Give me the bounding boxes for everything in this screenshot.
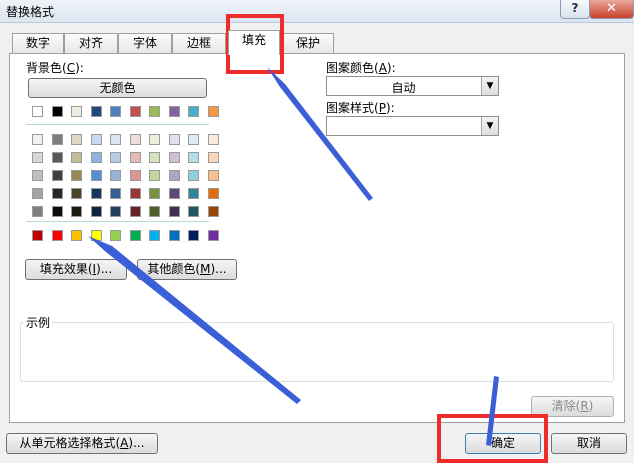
clear-button[interactable]: 清除(R)	[531, 396, 614, 417]
color-swatch-tint5-4[interactable]	[91, 206, 102, 217]
background-color-label: 背景色(C):	[26, 61, 84, 75]
title-bar: 替换格式 ? ✕	[0, 0, 634, 23]
color-swatch-tint3-6[interactable]	[130, 170, 141, 181]
color-swatch-tint4-5[interactable]	[110, 188, 121, 199]
color-swatch-tint3-7[interactable]	[149, 170, 160, 181]
tab-font[interactable]: 字体	[118, 33, 172, 54]
color-swatch-standard-5[interactable]	[110, 230, 121, 241]
color-swatch-tint3-2[interactable]	[52, 170, 63, 181]
palette-divider	[26, 124, 209, 125]
color-swatch-tint1-8[interactable]	[169, 134, 180, 145]
color-swatch-tint5-5[interactable]	[110, 206, 121, 217]
color-swatch-theme-5[interactable]	[110, 106, 121, 117]
color-swatch-theme-10[interactable]	[208, 106, 219, 117]
color-swatch-theme-4[interactable]	[91, 106, 102, 117]
pattern-color-label: 图案颜色(A):	[326, 61, 396, 75]
color-swatch-tint4-7[interactable]	[149, 188, 160, 199]
color-swatch-tint1-10[interactable]	[208, 134, 219, 145]
color-swatch-tint4-10[interactable]	[208, 188, 219, 199]
color-swatch-tint4-9[interactable]	[188, 188, 199, 199]
color-swatch-theme-1[interactable]	[32, 106, 43, 117]
color-swatch-standard-7[interactable]	[149, 230, 160, 241]
color-swatch-tint2-10[interactable]	[208, 152, 219, 163]
color-swatch-theme-6[interactable]	[130, 106, 141, 117]
color-swatch-tint2-2[interactable]	[52, 152, 63, 163]
color-swatch-tint5-3[interactable]	[71, 206, 82, 217]
color-swatch-theme-3[interactable]	[71, 106, 82, 117]
pattern-color-value: 自动	[391, 81, 416, 95]
color-swatch-tint5-2[interactable]	[52, 206, 63, 217]
color-swatch-standard-1[interactable]	[32, 230, 43, 241]
tab-protection[interactable]: 保护	[282, 33, 334, 54]
help-button[interactable]: ?	[560, 0, 590, 19]
color-swatch-tint4-4[interactable]	[91, 188, 102, 199]
color-swatch-tint4-8[interactable]	[169, 188, 180, 199]
color-swatch-tint5-1[interactable]	[32, 206, 43, 217]
color-swatch-tint1-7[interactable]	[149, 134, 160, 145]
color-swatch-tint2-3[interactable]	[71, 152, 82, 163]
color-swatch-tint5-10[interactable]	[208, 206, 219, 217]
color-swatch-tint3-9[interactable]	[188, 170, 199, 181]
fill-effects-button[interactable]: 填充效果(I)...	[25, 259, 127, 280]
window-title: 替换格式	[6, 5, 55, 19]
color-swatch-standard-6[interactable]	[130, 230, 141, 241]
color-swatch-tint4-6[interactable]	[130, 188, 141, 199]
no-color-button[interactable]: 无颜色	[28, 78, 207, 98]
color-swatch-tint1-6[interactable]	[130, 134, 141, 145]
color-swatch-standard-9[interactable]	[188, 230, 199, 241]
color-swatch-theme-7[interactable]	[149, 106, 160, 117]
color-swatch-tint1-2[interactable]	[52, 134, 63, 145]
color-swatch-standard-4[interactable]	[91, 230, 102, 241]
color-swatch-tint3-8[interactable]	[169, 170, 180, 181]
sample-preview-box	[20, 322, 614, 382]
color-swatch-tint1-5[interactable]	[110, 134, 121, 145]
cancel-button[interactable]: 取消	[551, 433, 627, 454]
choose-format-from-cell-button[interactable]: 从单元格选择格式(A)...	[6, 433, 158, 454]
color-swatch-tint4-1[interactable]	[32, 188, 43, 199]
pattern-color-select[interactable]: 自动 ▼	[326, 76, 499, 96]
color-swatch-tint3-1[interactable]	[32, 170, 43, 181]
color-swatch-tint3-3[interactable]	[71, 170, 82, 181]
pattern-style-select[interactable]: ▼	[326, 116, 499, 136]
dropdown-arrow-icon[interactable]: ▼	[481, 117, 498, 135]
color-swatch-tint3-4[interactable]	[91, 170, 102, 181]
color-swatch-tint5-8[interactable]	[169, 206, 180, 217]
color-swatch-theme-9[interactable]	[188, 106, 199, 117]
sample-label: 示例	[24, 314, 53, 331]
color-swatch-tint2-9[interactable]	[188, 152, 199, 163]
color-swatch-theme-2[interactable]	[52, 106, 63, 117]
color-swatch-tint5-9[interactable]	[188, 206, 199, 217]
color-swatch-tint2-6[interactable]	[130, 152, 141, 163]
color-swatch-tint4-3[interactable]	[71, 188, 82, 199]
color-swatch-tint1-4[interactable]	[91, 134, 102, 145]
color-swatch-tint1-1[interactable]	[32, 134, 43, 145]
color-swatch-tint5-7[interactable]	[149, 206, 160, 217]
color-swatch-tint1-3[interactable]	[71, 134, 82, 145]
color-swatch-tint2-4[interactable]	[91, 152, 102, 163]
pattern-style-label: 图案样式(P):	[326, 101, 395, 115]
color-swatch-tint2-7[interactable]	[149, 152, 160, 163]
color-swatch-standard-10[interactable]	[208, 230, 219, 241]
color-swatch-theme-8[interactable]	[169, 106, 180, 117]
color-swatch-tint2-5[interactable]	[110, 152, 121, 163]
color-swatch-tint2-8[interactable]	[169, 152, 180, 163]
tab-border[interactable]: 边框	[172, 33, 226, 54]
color-swatch-standard-3[interactable]	[71, 230, 82, 241]
dropdown-arrow-icon[interactable]: ▼	[481, 77, 498, 95]
color-swatch-tint5-6[interactable]	[130, 206, 141, 217]
palette-divider	[26, 221, 209, 222]
color-swatch-tint2-1[interactable]	[32, 152, 43, 163]
color-swatch-tint4-2[interactable]	[52, 188, 63, 199]
tab-alignment[interactable]: 对齐	[64, 33, 118, 54]
color-swatch-standard-2[interactable]	[52, 230, 63, 241]
ok-button[interactable]: 确定	[465, 433, 541, 454]
close-button[interactable]: ✕	[589, 0, 634, 19]
color-swatch-tint1-9[interactable]	[188, 134, 199, 145]
more-colors-button[interactable]: 其他颜色(M)...	[137, 259, 237, 280]
tab-number[interactable]: 数字	[12, 33, 64, 54]
tab-fill[interactable]: 填充	[228, 30, 280, 55]
color-swatch-tint3-10[interactable]	[208, 170, 219, 181]
color-swatch-tint3-5[interactable]	[110, 170, 121, 181]
color-swatch-standard-8[interactable]	[169, 230, 180, 241]
